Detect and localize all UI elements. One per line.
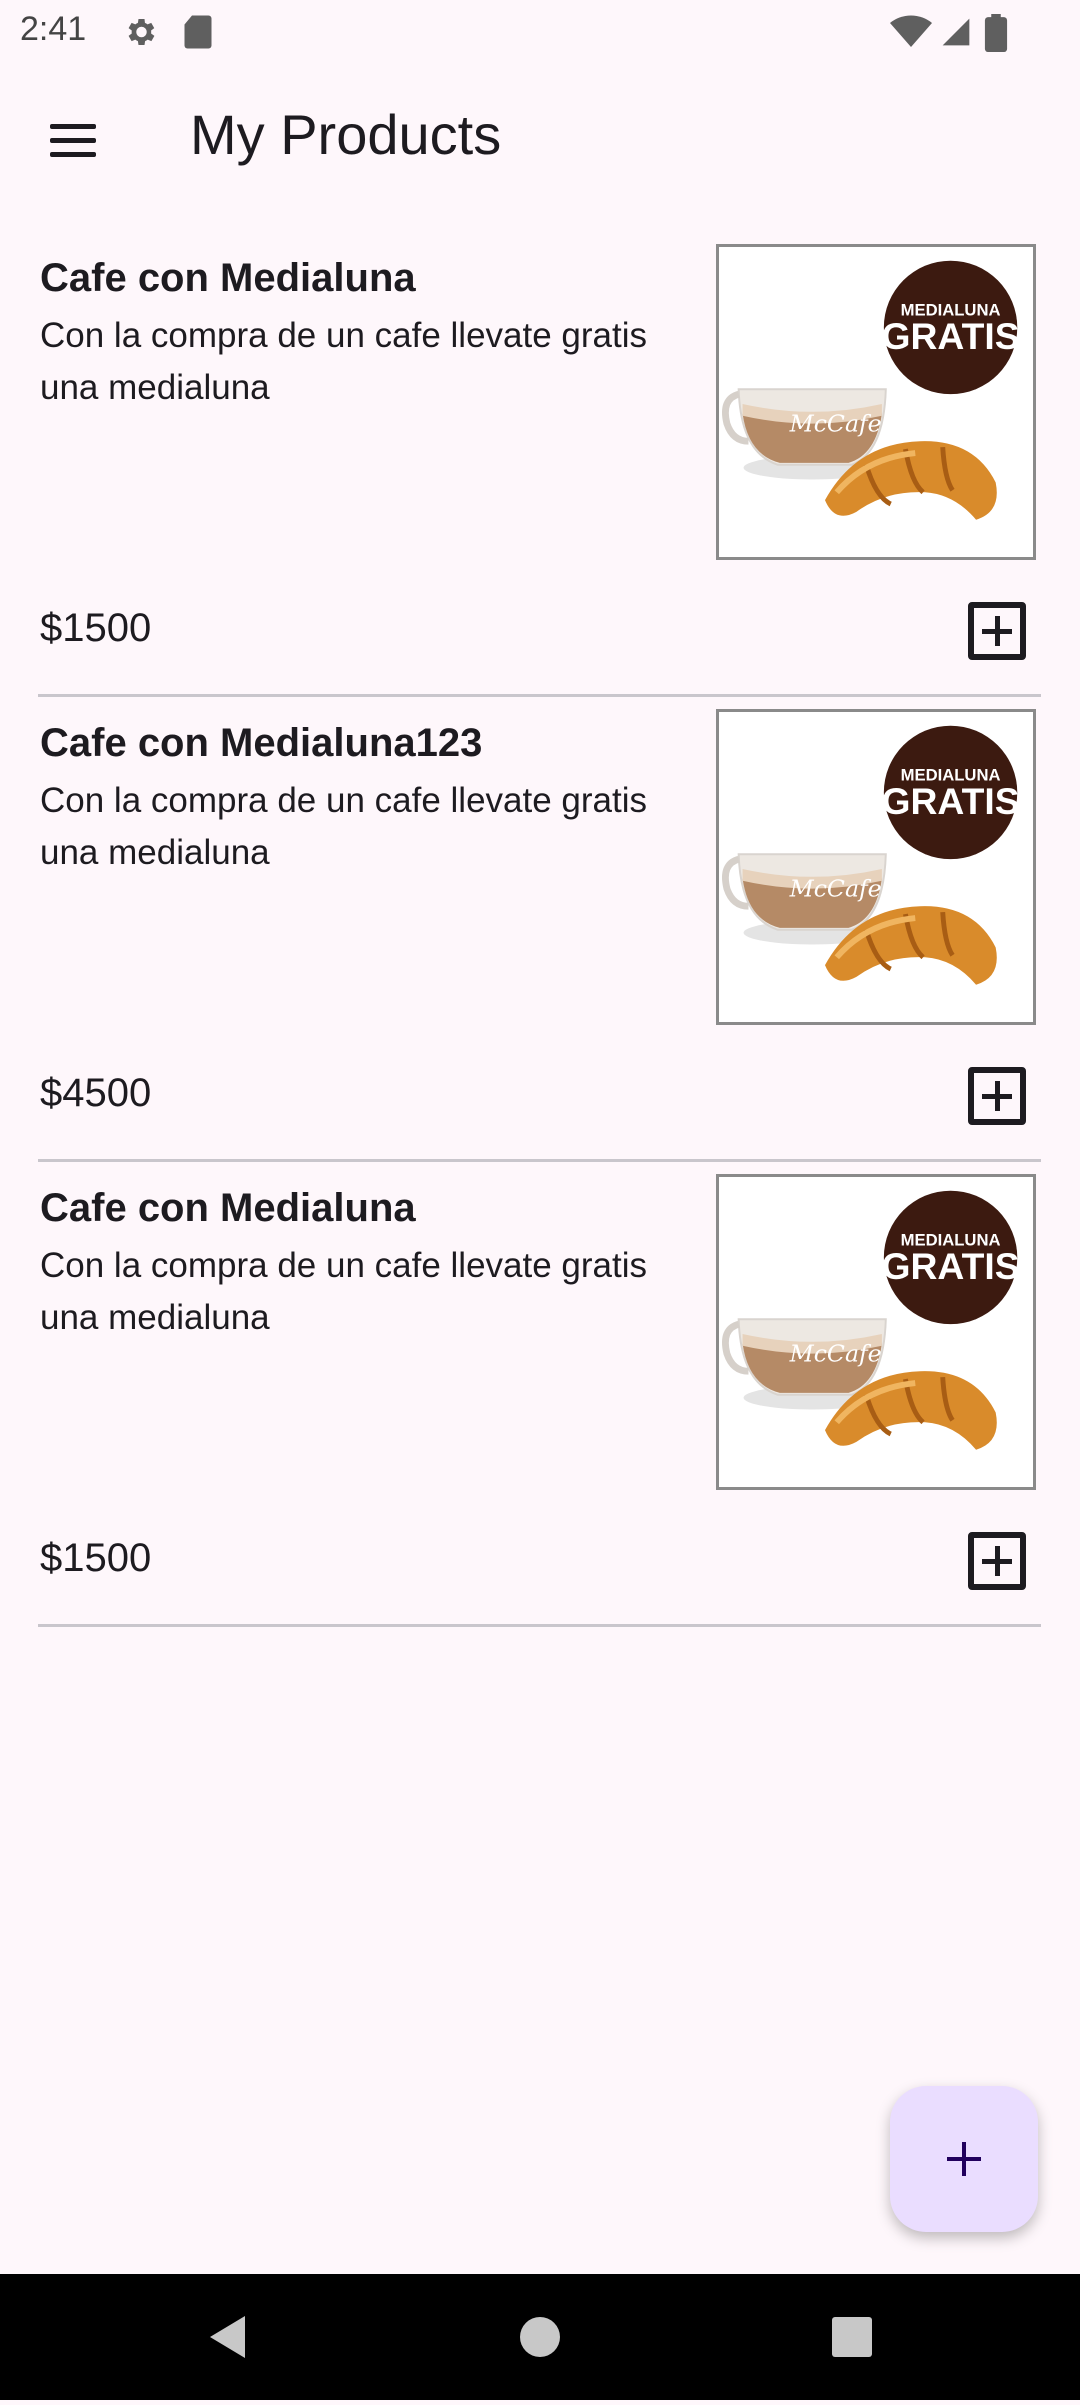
- gear-icon: [128, 18, 155, 46]
- recents-square-icon[interactable]: [792, 2274, 912, 2400]
- wifi-icon: [890, 15, 932, 47]
- add-box-icon[interactable]: [968, 602, 1026, 660]
- product-price: $4500: [40, 1071, 152, 1115]
- product-price: $1500: [40, 1536, 152, 1580]
- product-image: MEDIALUNA GRATIS McCafe: [716, 709, 1036, 1025]
- add-product-fab[interactable]: [890, 2086, 1038, 2232]
- badge-bottom-text: GRATIS: [882, 315, 1020, 357]
- add-box-icon[interactable]: [968, 1067, 1026, 1125]
- navigation-bar: [0, 2274, 1080, 2400]
- page-title: My Products: [190, 103, 502, 166]
- back-triangle-icon[interactable]: [166, 2274, 286, 2400]
- cup-label: McCafe: [789, 409, 882, 437]
- product-name: Cafe con Medialuna123: [40, 721, 483, 765]
- badge-bottom-text: GRATIS: [882, 1245, 1020, 1287]
- product-name: Cafe con Medialuna: [40, 1186, 416, 1230]
- add-box-icon[interactable]: [968, 1532, 1026, 1590]
- product-image: MEDIALUNA GRATIS McCafe: [716, 244, 1036, 560]
- product-image: MEDIALUNA GRATIS McCafe: [716, 1174, 1036, 1490]
- sd-card-icon: [184, 15, 212, 49]
- badge-bottom-text: GRATIS: [882, 780, 1020, 822]
- status-time: 2:41: [20, 10, 87, 48]
- cup-label: McCafe: [789, 1339, 882, 1367]
- product-card[interactable]: Cafe con Medialuna Con la compra de un c…: [38, 1160, 1041, 1627]
- product-card[interactable]: Cafe con Medialuna123 Con la compra de u…: [38, 695, 1041, 1162]
- cup-label: McCafe: [789, 874, 882, 902]
- battery-icon: [984, 14, 1008, 52]
- signal-icon: [942, 18, 970, 46]
- product-description: Con la compra de un cafe llevate gratis …: [40, 781, 647, 872]
- product-description: Con la compra de un cafe llevate gratis …: [40, 1246, 647, 1337]
- status-bar: 2:41: [0, 0, 1080, 64]
- product-name: Cafe con Medialuna: [40, 256, 416, 300]
- product-description: Con la compra de un cafe llevate gratis …: [40, 316, 647, 407]
- hamburger-menu-icon[interactable]: [36, 104, 110, 178]
- product-card[interactable]: Cafe con Medialuna Con la compra de un c…: [38, 230, 1041, 697]
- product-price: $1500: [40, 606, 152, 650]
- app-bar: My Products: [0, 64, 1080, 208]
- home-circle-icon[interactable]: [480, 2274, 600, 2400]
